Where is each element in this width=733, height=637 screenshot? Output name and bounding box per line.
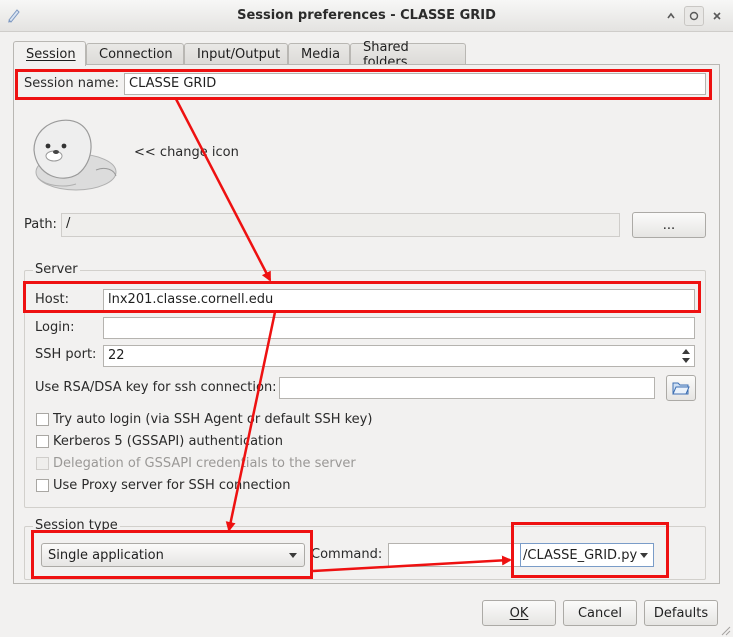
path-field: / <box>61 213 620 237</box>
tab-label: Media <box>301 47 341 62</box>
tab-session[interactable]: Session <box>13 41 86 66</box>
tab-label: Connection <box>99 47 173 62</box>
server-group-label: Server <box>33 262 80 277</box>
tab-label: Input/Output <box>197 47 281 62</box>
gssapi-delegation-checkbox <box>36 457 49 470</box>
title-bar[interactable]: Session preferences - CLASSE GRID <box>0 0 733 32</box>
spin-down-icon[interactable] <box>680 357 692 366</box>
folder-open-icon <box>672 382 690 395</box>
command-label: Command: <box>311 547 383 562</box>
proxy-label: Use Proxy server for SSH connection <box>53 478 291 493</box>
browse-path-button[interactable]: ... <box>632 212 706 238</box>
tab-label: Session <box>26 46 76 62</box>
ssh-port-value: 22 <box>108 348 125 363</box>
defaults-button[interactable]: Defaults <box>644 600 718 626</box>
ssh-port-label: SSH port: <box>35 347 97 362</box>
gssapi-delegation-label: Delegation of GSSAPI credentials to the … <box>53 456 356 471</box>
session-type-value: Single application <box>48 547 164 563</box>
host-input[interactable]: lnx201.classe.cornell.edu <box>103 289 695 311</box>
tab-media[interactable]: Media <box>288 43 350 65</box>
kerberos-checkbox[interactable] <box>36 435 49 448</box>
session-type-select[interactable]: Single application <box>41 543 305 567</box>
path-label: Path: <box>24 217 57 232</box>
cancel-button[interactable]: Cancel <box>563 600 637 626</box>
login-label: Login: <box>35 320 75 335</box>
session-name-label: Session name: <box>24 76 119 91</box>
cancel-label: Cancel <box>577 605 623 621</box>
command-combo-value: /CLASSE_GRID.py <box>523 547 637 563</box>
browse-key-button[interactable] <box>666 375 696 401</box>
close-icon[interactable] <box>707 6 727 26</box>
window-title: Session preferences - CLASSE GRID <box>237 8 496 23</box>
rsa-key-input[interactable] <box>279 377 655 399</box>
rsa-key-label: Use RSA/DSA key for ssh connection: <box>35 380 277 395</box>
dropdown-arrow-icon <box>640 553 648 558</box>
chevron-up-icon[interactable] <box>661 6 681 26</box>
kerberos-label: Kerberos 5 (GSSAPI) authentication <box>53 434 283 449</box>
command-input[interactable] <box>388 543 522 567</box>
change-icon-link[interactable]: << change icon <box>134 145 239 160</box>
maximize-icon[interactable] <box>684 6 704 26</box>
auto-login-checkbox[interactable] <box>36 413 49 426</box>
tab-shared-folders[interactable]: Shared folders <box>350 40 466 70</box>
command-combo[interactable]: /CLASSE_GRID.py <box>520 543 654 567</box>
resize-grip-icon[interactable] <box>719 624 731 636</box>
ok-label: OK <box>509 605 529 621</box>
ssh-port-spinbox[interactable]: 22 <box>103 345 695 367</box>
proxy-checkbox[interactable] <box>36 479 49 492</box>
login-input[interactable] <box>103 317 695 339</box>
tab-input-output[interactable]: Input/Output <box>184 43 288 65</box>
ok-button[interactable]: OK <box>482 600 556 626</box>
session-type-group-label: Session type <box>33 518 120 533</box>
session-name-input[interactable]: CLASSE GRID <box>124 73 706 95</box>
host-label: Host: <box>35 292 69 307</box>
seal-session-icon[interactable] <box>24 110 120 194</box>
dropdown-arrow-icon <box>289 553 297 558</box>
auto-login-label: Try auto login (via SSH Agent or default… <box>53 412 373 427</box>
defaults-label: Defaults <box>653 605 709 621</box>
tab-connection[interactable]: Connection <box>86 43 184 65</box>
